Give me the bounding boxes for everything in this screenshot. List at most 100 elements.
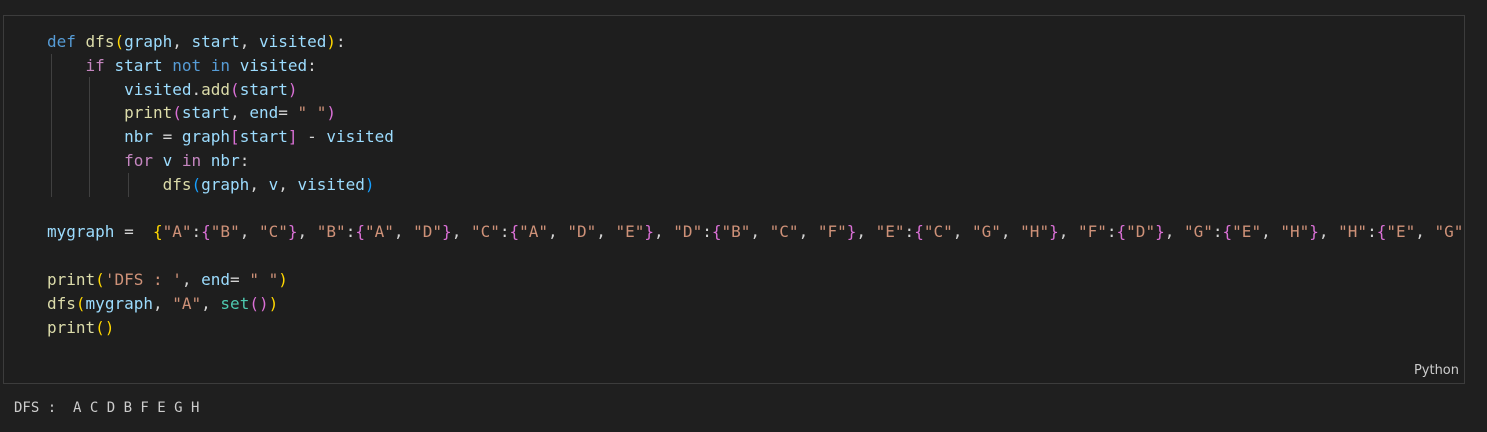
code-token: { bbox=[1222, 222, 1233, 242]
code-token: set bbox=[220, 293, 250, 313]
code-token: nbr bbox=[124, 127, 153, 147]
code-token: "E" bbox=[1232, 222, 1262, 242]
code-token: { bbox=[1116, 222, 1127, 242]
code-token: graph bbox=[201, 174, 250, 194]
code-token: "D" bbox=[413, 222, 443, 242]
code-token: dfs bbox=[47, 293, 76, 313]
code-token: visited bbox=[124, 79, 192, 99]
code-token: } bbox=[287, 222, 298, 242]
language-label[interactable]: Python bbox=[1414, 363, 1459, 378]
code-line[interactable]: def dfs(graph, start, visited): bbox=[47, 30, 1464, 54]
code-token: } bbox=[1155, 222, 1165, 242]
code-token: "B" bbox=[316, 222, 346, 242]
code-token: , bbox=[596, 222, 616, 242]
code-token: if bbox=[85, 55, 105, 75]
code-line[interactable] bbox=[47, 197, 1464, 221]
code-cell[interactable]: def dfs(graph, start, visited): if start… bbox=[3, 15, 1465, 384]
code-token: v bbox=[162, 150, 173, 170]
code-token: dfs bbox=[162, 174, 192, 194]
code-line[interactable]: print('DFS : ', end= " ") bbox=[47, 268, 1464, 292]
code-token: "A" bbox=[162, 222, 192, 242]
code-token: : bbox=[336, 32, 346, 51]
code-token: , bbox=[201, 293, 221, 313]
code-token: } bbox=[1049, 222, 1059, 242]
code-line[interactable]: for v in nbr: bbox=[47, 149, 1464, 173]
code-token: graph bbox=[124, 32, 173, 51]
code-token: end bbox=[249, 103, 279, 123]
code-token: v bbox=[268, 174, 279, 194]
code-line[interactable]: print(start, end= " ") bbox=[47, 101, 1464, 125]
code-line[interactable]: nbr = graph[start] - visited bbox=[47, 125, 1464, 149]
code-token: ( bbox=[75, 293, 86, 313]
code-token: "C" bbox=[923, 222, 953, 242]
code-token: "D" bbox=[673, 222, 703, 242]
code-line[interactable]: visited.add(start) bbox=[47, 78, 1464, 102]
code-token: } bbox=[846, 222, 857, 242]
code-line[interactable]: if start not in visited: bbox=[47, 54, 1464, 78]
code-token: "E" bbox=[1386, 222, 1416, 242]
code-token: ) bbox=[326, 32, 337, 51]
code-token: , bbox=[856, 222, 876, 242]
code-token: for bbox=[124, 150, 153, 170]
code-token: [ bbox=[230, 127, 240, 147]
code-token: "D" bbox=[1126, 222, 1156, 242]
code-token: visited bbox=[326, 127, 394, 147]
code-token: "G" bbox=[1434, 222, 1464, 242]
code-token: print bbox=[47, 269, 96, 289]
code-token: "C" bbox=[258, 222, 288, 242]
code-token: print bbox=[47, 317, 96, 337]
code-line[interactable]: dfs(mygraph, "A", set()) bbox=[47, 292, 1464, 316]
code-token: "H" bbox=[1280, 222, 1310, 242]
code-token: "A" bbox=[364, 222, 394, 242]
code-token: : bbox=[307, 55, 317, 75]
code-token: , bbox=[230, 103, 250, 123]
code-token: ( bbox=[114, 32, 125, 51]
code-line[interactable] bbox=[47, 244, 1464, 268]
code-token: def bbox=[47, 32, 76, 51]
code-line[interactable]: print() bbox=[47, 316, 1464, 340]
code-token: , bbox=[798, 222, 818, 242]
code-token: in bbox=[181, 150, 202, 170]
code-token: "C" bbox=[769, 222, 799, 242]
code-token: , bbox=[297, 222, 317, 242]
code-token: mygraph bbox=[47, 222, 115, 242]
code-token: { bbox=[914, 222, 924, 242]
code-token: end bbox=[201, 269, 231, 289]
code-line[interactable]: mygraph = {"A":{"B", "C"}, "B":{"A", "D"… bbox=[47, 220, 1464, 244]
code-token: = bbox=[278, 103, 298, 123]
code-token: " " bbox=[297, 103, 327, 123]
code-token: "D" bbox=[567, 222, 597, 242]
code-token: "H" bbox=[1020, 222, 1050, 242]
code-editor[interactable]: def dfs(graph, start, visited): if start… bbox=[47, 30, 1464, 340]
code-token: ( bbox=[230, 79, 240, 99]
code-token: , bbox=[451, 222, 471, 242]
code-token: , bbox=[152, 293, 173, 313]
code-token: "H" bbox=[1338, 222, 1368, 242]
code-token: mygraph bbox=[85, 293, 153, 313]
code-token: = bbox=[114, 222, 153, 242]
code-token: , bbox=[393, 222, 414, 242]
code-token: () bbox=[249, 293, 269, 313]
code-token: , bbox=[239, 32, 259, 51]
code-token: : bbox=[702, 222, 712, 242]
code-token: - bbox=[297, 127, 327, 147]
code-token: , bbox=[1058, 222, 1078, 242]
code-token: visited bbox=[258, 32, 327, 51]
code-token: "B" bbox=[210, 222, 240, 242]
code-line[interactable]: dfs(graph, v, visited) bbox=[47, 173, 1464, 197]
code-token: " " bbox=[249, 269, 279, 289]
code-token: , bbox=[1415, 222, 1435, 242]
code-token: add bbox=[201, 79, 231, 99]
code-token: , bbox=[278, 174, 298, 194]
code-token: { bbox=[1376, 222, 1387, 242]
code-token: ) bbox=[364, 174, 375, 194]
code-token: ( bbox=[95, 269, 105, 289]
code-token: { bbox=[152, 222, 163, 242]
